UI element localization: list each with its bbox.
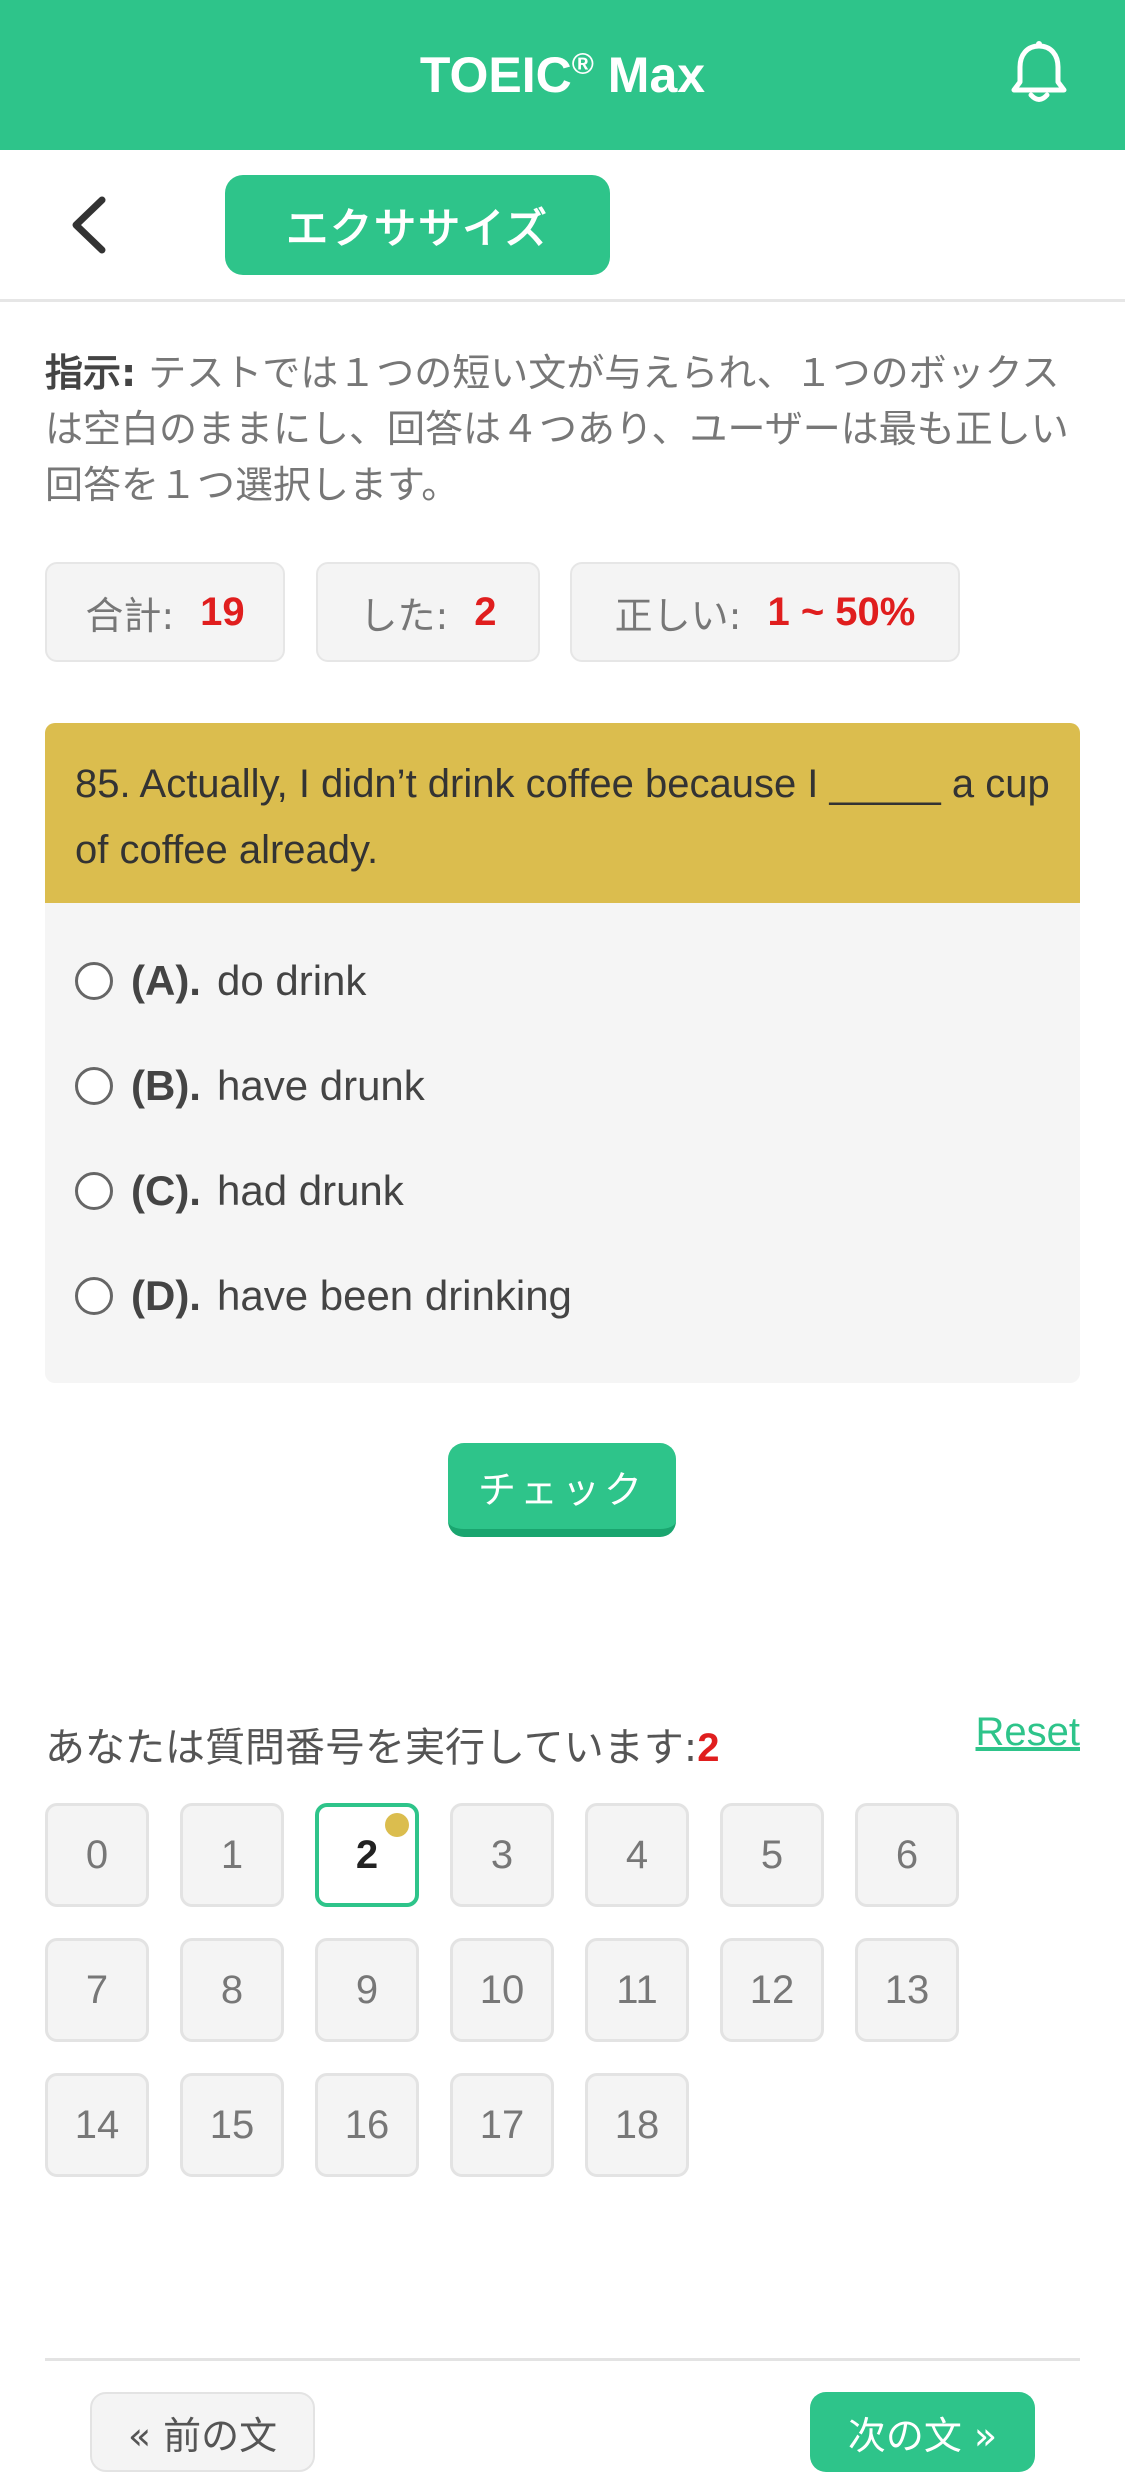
option-a[interactable]: (A). do drink — [75, 946, 366, 1016]
question-number-button-current[interactable]: 2 — [315, 1803, 419, 1907]
footer-divider — [45, 2358, 1080, 2361]
radio-button[interactable] — [75, 1067, 113, 1105]
question-number-button[interactable]: 3 — [450, 1803, 554, 1907]
question-number-button[interactable]: 7 — [45, 1938, 149, 2042]
question-number-button[interactable]: 18 — [585, 2073, 689, 2177]
question-number-button[interactable]: 6 — [855, 1803, 959, 1907]
sub-toolbar: エクササイズ — [0, 150, 1125, 302]
stat-done: した: 2 — [316, 562, 540, 662]
question-card: 85. Actually, I didn’t drink coffee beca… — [45, 723, 1080, 1383]
question-number-button[interactable]: 16 — [315, 2073, 419, 2177]
exercise-mode-button[interactable]: エクササイズ — [225, 175, 610, 275]
chevron-left-icon[interactable] — [60, 192, 120, 258]
stat-total-value: 19 — [200, 589, 245, 634]
instruction-body: テストでは１つの短い文が与えられ、１つのボックスは空白のままにし、回答は４つあり… — [45, 351, 1069, 507]
check-button[interactable]: チェック — [448, 1443, 676, 1537]
radio-button[interactable] — [75, 1277, 113, 1315]
question-number-button[interactable]: 4 — [585, 1803, 689, 1907]
instruction-label: 指示: — [45, 351, 137, 395]
stat-done-value: 2 — [474, 589, 497, 634]
bell-icon[interactable] — [1003, 38, 1075, 110]
question-number-button[interactable]: 17 — [450, 2073, 554, 2177]
question-number-button[interactable]: 13 — [855, 1938, 959, 2042]
question-number-button[interactable]: 5 — [720, 1803, 824, 1907]
question-number-button[interactable]: 10 — [450, 1938, 554, 2042]
current-indicator-dot — [385, 1813, 409, 1837]
instruction-text: 指示: テストでは１つの短い文が与えられ、１つのボックスは空白のままにし、回答は… — [45, 345, 1080, 513]
option-d[interactable]: (D). have been drinking — [75, 1261, 572, 1331]
previous-sentence-button[interactable]: « 前の文 — [90, 2392, 315, 2472]
question-number-button[interactable]: 11 — [585, 1938, 689, 2042]
question-number-button[interactable]: 12 — [720, 1938, 824, 2042]
question-text: 85. Actually, I didn’t drink coffee beca… — [45, 723, 1080, 903]
option-c[interactable]: (C). had drunk — [75, 1156, 404, 1226]
question-number-button[interactable]: 14 — [45, 2073, 149, 2177]
stat-total: 合計: 19 — [45, 562, 285, 662]
app-title: TOEIC® Max — [419, 47, 706, 103]
reset-link[interactable]: Reset — [976, 1710, 1081, 1755]
current-question-number: 2 — [697, 1726, 720, 1770]
radio-button[interactable] — [75, 962, 113, 1000]
question-number-button[interactable]: 8 — [180, 1938, 284, 2042]
option-b[interactable]: (B). have drunk — [75, 1051, 425, 1121]
question-number-button[interactable]: 1 — [180, 1803, 284, 1907]
question-number-button[interactable]: 15 — [180, 2073, 284, 2177]
progress-label: あなたは質問番号を実行しています:2 — [45, 1725, 720, 1771]
stat-correct-value: 1 ~ 50% — [767, 589, 916, 634]
question-number-button[interactable]: 9 — [315, 1938, 419, 2042]
next-sentence-button[interactable]: 次の文 » — [810, 2392, 1035, 2472]
radio-button[interactable] — [75, 1172, 113, 1210]
stat-correct: 正しい: 1 ~ 50% — [570, 562, 960, 662]
app-header: TOEIC® Max — [0, 0, 1125, 150]
question-number-button[interactable]: 0 — [45, 1803, 149, 1907]
